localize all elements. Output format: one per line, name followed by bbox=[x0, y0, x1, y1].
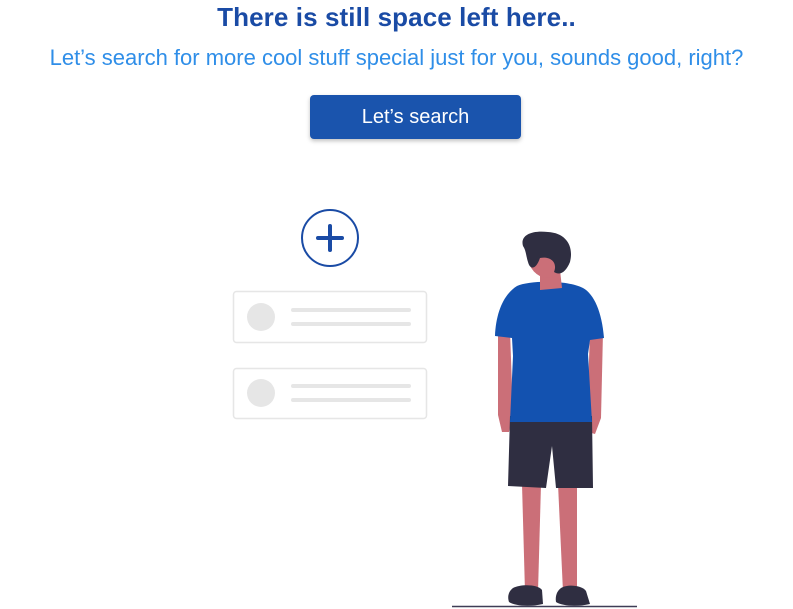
shorts bbox=[508, 416, 593, 488]
placeholder-avatar bbox=[247, 379, 275, 407]
placeholder-line bbox=[291, 384, 411, 388]
empty-state-page: There is still space left here.. Let’s s… bbox=[0, 0, 793, 609]
head bbox=[528, 234, 568, 278]
placeholder-avatar bbox=[247, 303, 275, 331]
plus-circle-icon[interactable] bbox=[301, 209, 359, 267]
shirt bbox=[495, 281, 604, 422]
empty-state-title: There is still space left here.. bbox=[217, 2, 576, 32]
hair bbox=[522, 231, 572, 274]
right-arm bbox=[587, 332, 603, 434]
left-arm bbox=[498, 330, 513, 432]
left-shoe bbox=[508, 585, 543, 606]
placeholder-card bbox=[232, 290, 428, 344]
neck bbox=[540, 270, 562, 290]
lets-search-button[interactable]: Let’s search bbox=[310, 95, 521, 139]
placeholder-card bbox=[232, 367, 428, 420]
empty-state-subtitle: Let’s search for more cool stuff special… bbox=[49, 45, 744, 70]
empty-state-illustration bbox=[232, 209, 637, 608]
placeholder-line bbox=[291, 322, 411, 326]
placeholder-line bbox=[291, 308, 411, 312]
person-figure bbox=[452, 231, 637, 608]
left-leg bbox=[522, 484, 541, 592]
right-shoe bbox=[555, 585, 590, 606]
placeholder-line bbox=[291, 398, 411, 402]
right-leg bbox=[558, 484, 577, 592]
